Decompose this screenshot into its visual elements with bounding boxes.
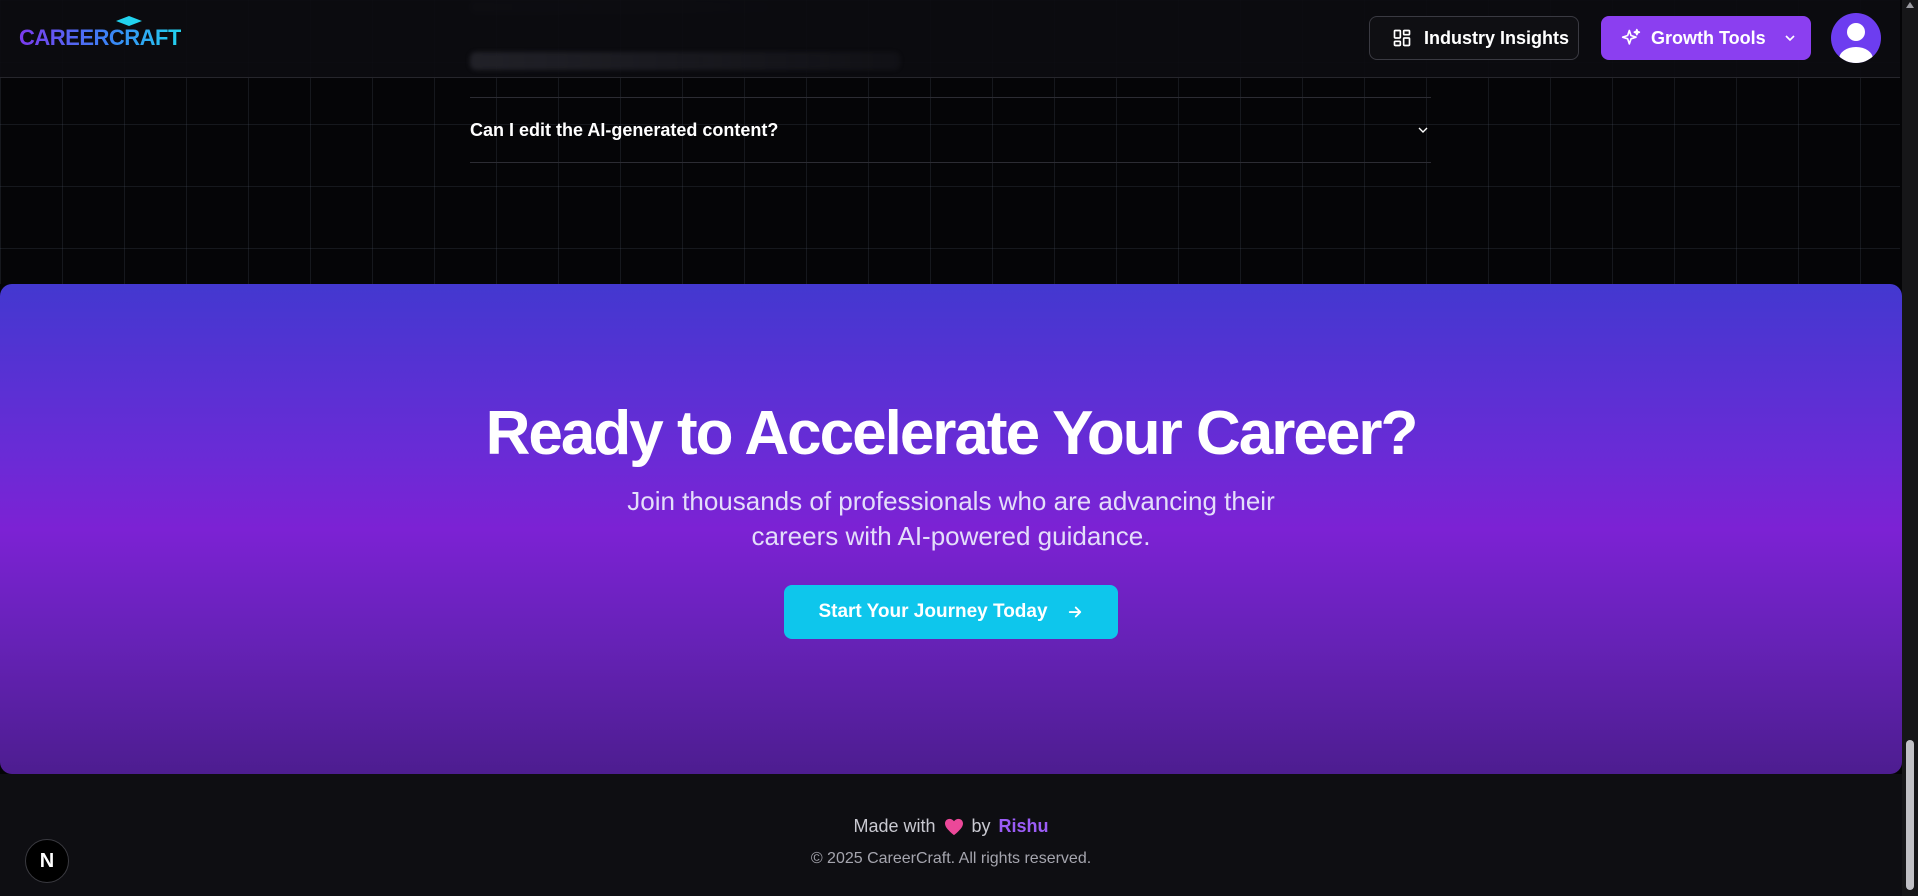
- user-avatar-icon: [1839, 23, 1873, 63]
- layout-dashboard-icon: [1393, 29, 1411, 47]
- industry-insights-button[interactable]: Industry Insights: [1369, 16, 1579, 60]
- footer: Made with by Rishu © 2025 CareerCraft. A…: [0, 774, 1902, 896]
- scrollbar-thumb[interactable]: [1906, 740, 1914, 890]
- arrow-right-icon: [1068, 606, 1081, 618]
- by-text: by: [971, 816, 991, 836]
- author-link[interactable]: Rishu: [999, 816, 1049, 837]
- scroll-up-arrow-icon[interactable]: [1906, 2, 1914, 8]
- cta-title: Ready to Accelerate Your Career?: [485, 399, 1419, 468]
- industry-insights-label: Industry Insights: [1424, 27, 1570, 48]
- cta-section: Ready to Accelerate Your Career? Join th…: [0, 284, 1902, 774]
- growth-tools-dropdown[interactable]: Growth Tools: [1601, 16, 1811, 60]
- faq-question: Can I edit the AI-generated content?: [470, 119, 779, 140]
- cta-subtitle: Join thousands of professionals who are …: [627, 486, 1275, 551]
- user-avatar[interactable]: [1831, 13, 1881, 63]
- start-journey-button[interactable]: Start Your Journey Today: [784, 585, 1118, 639]
- copyright-text: © 2025 CareerCraft. All rights reserved.: [810, 850, 1092, 867]
- chevron-down-icon: [1418, 127, 1428, 133]
- start-journey-label: Start Your Journey Today: [818, 601, 1048, 622]
- sparkles-icon: [1621, 28, 1641, 45]
- page-scrollbar[interactable]: [1902, 0, 1918, 896]
- logo[interactable]: CAREERCRAFT: [19, 22, 181, 54]
- faded-content: [470, 52, 900, 70]
- growth-tools-label: Growth Tools: [1651, 27, 1766, 48]
- graduation-cap-icon: [116, 16, 142, 26]
- made-with-text: Made with: [853, 816, 936, 836]
- heart-icon: [944, 818, 963, 835]
- made-with-line: Made with by Rishu: [0, 816, 1902, 837]
- chevron-down-icon: [1785, 35, 1795, 42]
- faq-item[interactable]: Can I edit the AI-generated content?: [470, 98, 1431, 163]
- top-navbar: CAREERCRAFT Industry Insights Growth Too…: [0, 0, 1900, 78]
- nextjs-dev-badge[interactable]: N: [25, 839, 69, 883]
